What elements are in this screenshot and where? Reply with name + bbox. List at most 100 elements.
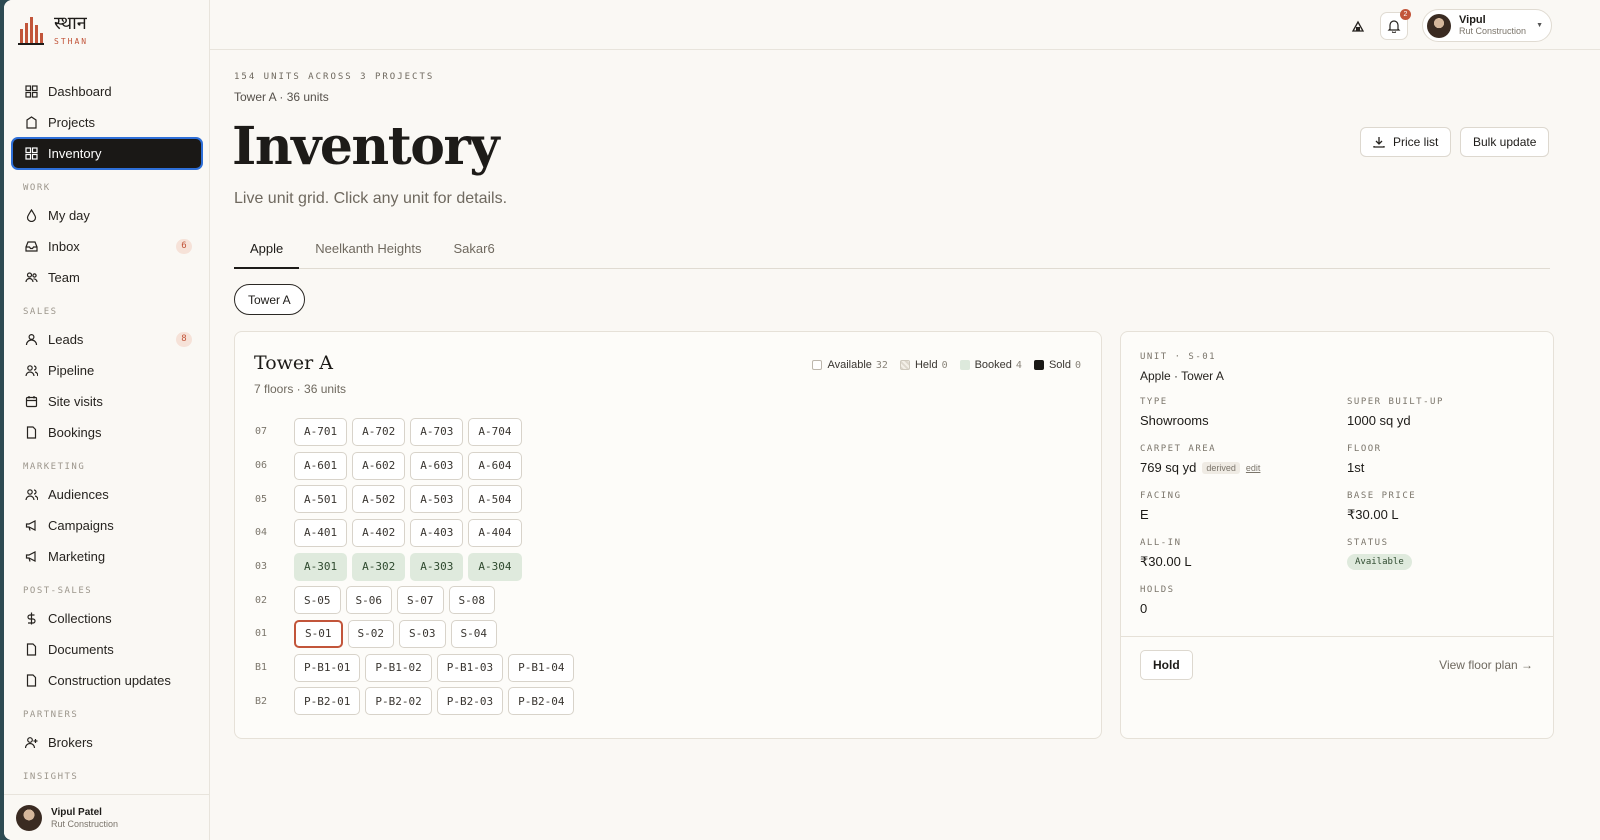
unit-cell-s-05[interactable]: S-05 [294, 586, 341, 615]
unit-cell-a-603[interactable]: A-603 [410, 451, 464, 480]
price-list-button[interactable]: Price list [1360, 127, 1452, 157]
unit-cell-s-08[interactable]: S-08 [448, 586, 495, 615]
sidebar-item-marketing[interactable]: Marketing [12, 541, 202, 572]
tower-filter-pill[interactable]: Tower A [234, 284, 305, 315]
avatar [16, 804, 42, 831]
sidebar: स्थान STHAN Dashboard Projects Inventory WO… [4, 0, 210, 840]
page-eyebrow: 154 UNITS ACROSS 3 PROJECTS [234, 72, 435, 82]
document-icon [24, 674, 38, 688]
unit-cell-a-301[interactable]: A-301 [294, 552, 348, 581]
unit-cell-a-704[interactable]: A-704 [468, 417, 522, 446]
unit-cell-a-501[interactable]: A-501 [294, 485, 348, 514]
sidebar-item-label: Bookings [48, 425, 102, 440]
count-badge: 8 [176, 332, 192, 347]
sidebar-item-projects[interactable]: Projects [12, 107, 202, 138]
unit-cell-s-04[interactable]: S-04 [450, 619, 497, 648]
floor-label: 03 [255, 561, 268, 573]
sidebar-item-inbox[interactable]: Inbox 6 [12, 231, 202, 262]
unit-cell-p-b1-01[interactable]: P-B1-01 [294, 653, 361, 682]
legend-label: Held [914, 359, 938, 371]
unit-cell-p-b2-01[interactable]: P-B2-01 [294, 687, 361, 716]
edit-carpet-link[interactable]: edit [1246, 463, 1261, 473]
sidebar-item-team[interactable]: Team [12, 262, 202, 293]
unit-cell-a-702[interactable]: A-702 [352, 417, 406, 446]
bulk-update-button[interactable]: Bulk update [1460, 127, 1550, 157]
sidebar-item-dashboard[interactable]: Dashboard [12, 76, 202, 107]
unit-cell-a-701[interactable]: A-701 [294, 417, 348, 446]
field-label: FACING [1140, 491, 1182, 501]
sidebar-item-pipeline[interactable]: Pipeline [12, 355, 202, 386]
field-carpet-area: CARPET AREA 769 sq yd derived edit [1140, 444, 1340, 475]
sidebar-item-campaigns[interactable]: Campaigns [12, 510, 202, 541]
sidebar-item-audiences[interactable]: Audiences [12, 479, 202, 510]
tab-apple[interactable]: Apple [234, 231, 300, 269]
notifications-badge: 2 [1400, 9, 1411, 20]
unit-cell-p-b1-02[interactable]: P-B1-02 [365, 653, 432, 682]
sidebar-item-documents[interactable]: Documents [12, 634, 202, 665]
floor-label: 04 [255, 527, 268, 539]
unit-cell-a-502[interactable]: A-502 [352, 485, 406, 514]
sidebar-item-construction-updates[interactable]: Construction updates [12, 665, 202, 696]
unit-cell-a-403[interactable]: A-403 [410, 518, 464, 547]
unit-cell-a-604[interactable]: A-604 [468, 451, 522, 480]
unit-cell-p-b1-04[interactable]: P-B1-04 [508, 653, 575, 682]
tab-sakar6[interactable]: Sakar6 [437, 231, 510, 269]
unit-cell-a-404[interactable]: A-404 [468, 518, 522, 547]
unit-cell-a-304[interactable]: A-304 [468, 552, 522, 581]
price-list-label: Price list [1393, 135, 1439, 149]
floor-row-01: 01 S-01 S-02 S-03 S-04 [255, 617, 579, 651]
tower-grid-card: Tower A 7 floors · 36 units Available 32 H… [234, 331, 1102, 739]
brand-name: स्थान [54, 13, 87, 34]
unit-cell-a-503[interactable]: A-503 [410, 485, 464, 514]
floor-label: 01 [255, 628, 268, 640]
field-holds: HOLDS 0 [1140, 585, 1340, 616]
theme-icon[interactable] [1344, 12, 1372, 40]
floor-row-b2: B2 P-B2-01 P-B2-02 P-B2-03 P-B2-04 [255, 685, 579, 719]
unit-cell-p-b2-02[interactable]: P-B2-02 [365, 687, 432, 716]
tab-neelkanth-heights[interactable]: Neelkanth Heights [299, 231, 437, 269]
app-window: स्थान STHAN Dashboard Projects Inventory WO… [4, 0, 1600, 840]
view-floor-plan-link[interactable]: View floor plan → [1439, 658, 1533, 672]
sidebar-item-site-visits[interactable]: Site visits [12, 386, 202, 417]
legend-count: 32 [875, 359, 888, 371]
floor-label: B2 [255, 695, 268, 707]
brand-logo[interactable]: स्थान STHAN [18, 14, 88, 46]
unit-cell-p-b1-03[interactable]: P-B1-03 [436, 653, 504, 682]
user-plus-icon [24, 736, 38, 750]
sidebar-item-collections[interactable]: Collections [12, 603, 202, 634]
sidebar-item-my-day[interactable]: My day [12, 200, 202, 231]
unit-cell-a-401[interactable]: A-401 [294, 518, 348, 547]
sidebar-item-label: Site visits [48, 394, 103, 409]
legend-booked: Booked 4 [959, 359, 1022, 371]
unit-cell-s-06[interactable]: S-06 [345, 586, 392, 615]
unit-cell-a-601[interactable]: A-601 [294, 451, 348, 480]
unit-cell-s-01[interactable]: S-01 [294, 619, 343, 648]
sidebar-item-leads[interactable]: Leads 8 [12, 324, 202, 355]
sidebar-user-name: Vipul Patel [51, 806, 102, 818]
sidebar-item-brokers[interactable]: Brokers [12, 727, 202, 758]
unit-cell-a-703[interactable]: A-703 [410, 417, 464, 446]
sidebar-item-bookings[interactable]: Bookings [12, 417, 202, 448]
unit-cell-s-02[interactable]: S-02 [347, 619, 394, 648]
unit-cell-s-03[interactable]: S-03 [399, 619, 446, 648]
unit-cell-a-302[interactable]: A-302 [352, 552, 406, 581]
sidebar-item-label: Pipeline [48, 363, 95, 378]
legend-label: Booked [974, 359, 1012, 371]
field-label: BASE PRICE [1347, 491, 1417, 501]
unit-cell-a-303[interactable]: A-303 [410, 552, 464, 581]
unit-cell-s-07[interactable]: S-07 [397, 586, 444, 615]
unit-cell-a-402[interactable]: A-402 [352, 518, 406, 547]
unit-cell-p-b2-04[interactable]: P-B2-04 [508, 687, 575, 716]
field-type: TYPE Showrooms [1140, 397, 1340, 428]
unit-cell-a-504[interactable]: A-504 [468, 485, 522, 514]
tower-title: Tower A [254, 352, 333, 374]
user-icon [24, 333, 38, 347]
notifications-button[interactable]: 2 [1380, 9, 1411, 40]
hold-button[interactable]: Hold [1140, 650, 1193, 680]
unit-cell-p-b2-03[interactable]: P-B2-03 [436, 687, 504, 716]
breadcrumb: Tower A · 36 units [234, 90, 329, 104]
unit-cell-a-602[interactable]: A-602 [352, 451, 406, 480]
sidebar-user[interactable]: Vipul Patel Rut Construction [4, 794, 209, 840]
user-menu[interactable]: Vipul Rut Construction ▼ [1422, 9, 1552, 42]
sidebar-item-inventory[interactable]: Inventory [11, 137, 203, 170]
